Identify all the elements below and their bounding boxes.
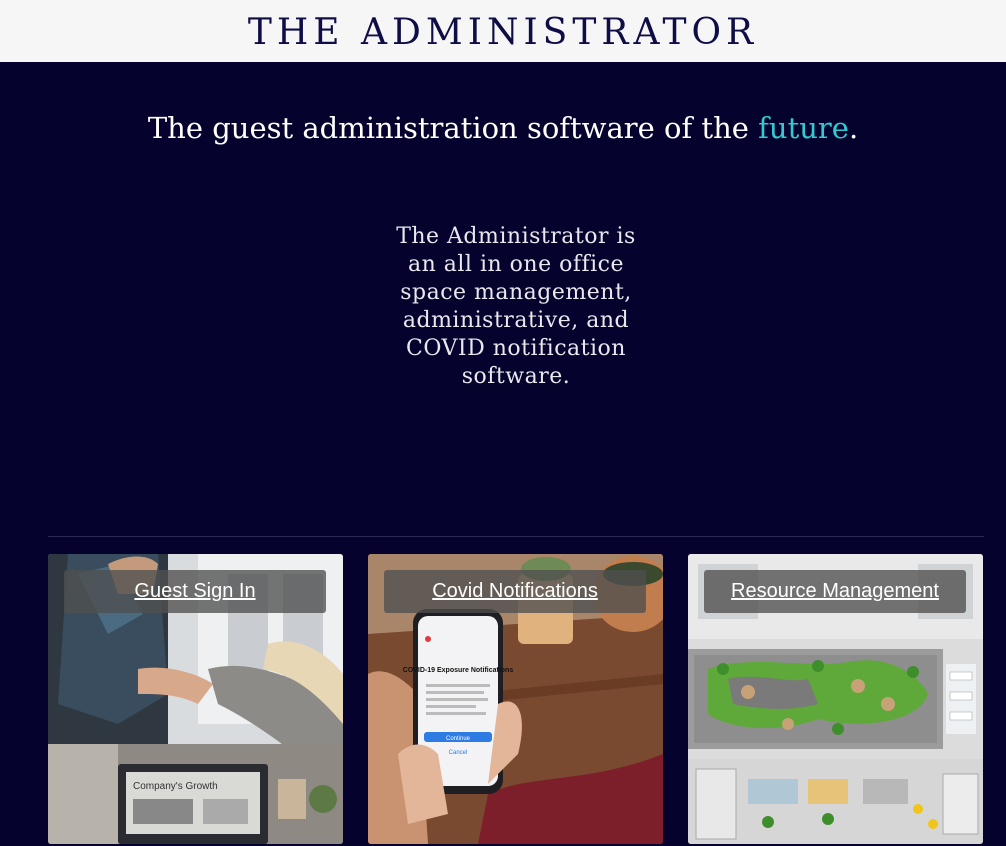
hero-tagline: The guest administration software of the…: [0, 108, 1006, 148]
site-title[interactable]: THE ADMINISTRATOR: [248, 15, 758, 51]
tagline-accent: future: [758, 111, 849, 145]
card-guest-sign-in[interactable]: Company's Growth Guest Sign In: [48, 554, 343, 844]
site-header: THE ADMINISTRATOR: [0, 0, 1006, 62]
card-resource-management[interactable]: Resource Management: [688, 554, 983, 844]
resource-management-link[interactable]: Resource Management: [704, 570, 966, 613]
hero-description: The Administrator is an all in one offic…: [396, 224, 636, 389]
laptop-chart-title: Company's Growth: [133, 781, 218, 792]
tagline-text: The guest administration software of the: [147, 111, 759, 145]
guest-sign-in-link[interactable]: Guest Sign In: [64, 570, 326, 613]
covid-notifications-link[interactable]: Covid Notifications: [384, 570, 646, 613]
tagline-period: .: [848, 111, 859, 145]
phone-cancel-text: Cancel: [449, 750, 468, 756]
section-divider: [48, 536, 984, 537]
phone-screen-title: COVID-19 Exposure Notifications: [403, 667, 514, 674]
phone-continue-text: Continue: [446, 736, 471, 742]
card-covid-notifications[interactable]: COVID-19 Exposure Notifications Continue…: [368, 554, 663, 844]
